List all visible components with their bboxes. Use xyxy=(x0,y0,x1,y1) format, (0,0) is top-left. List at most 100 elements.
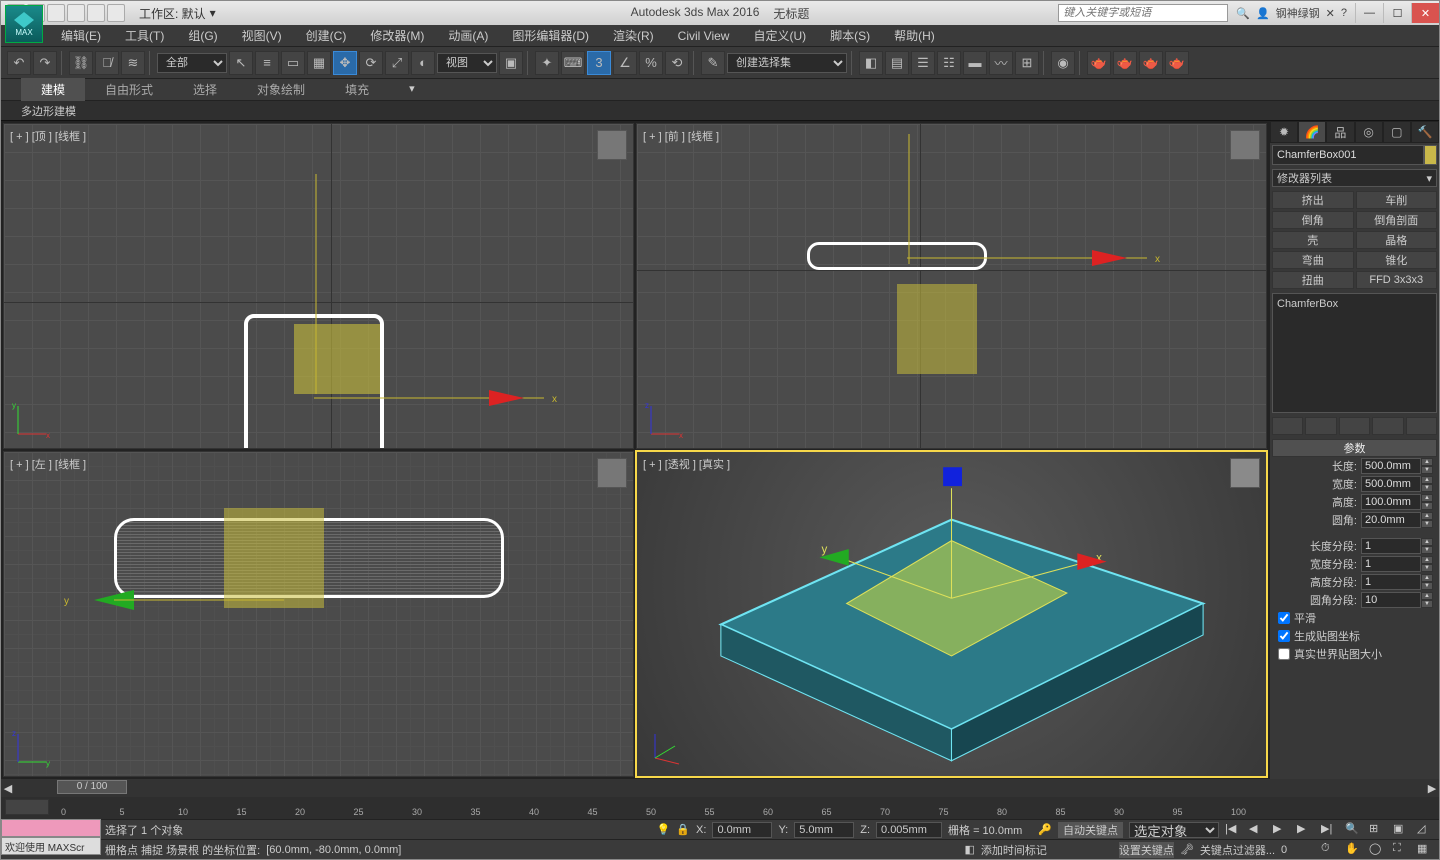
bind-icon[interactable]: ≋ xyxy=(121,51,145,75)
viewport-perspective[interactable]: [ + ] [透视 ] [真实 ] x y xyxy=(636,451,1267,777)
menu-edit[interactable]: 编辑(E) xyxy=(49,24,113,47)
use-center-icon[interactable]: ▣ xyxy=(499,51,523,75)
ribbon-minimize-icon[interactable]: ▾ xyxy=(409,82,439,98)
unique-icon[interactable] xyxy=(1339,417,1370,435)
gizmo-plane[interactable] xyxy=(224,508,324,608)
ribbon-tab-populate[interactable]: 填充 xyxy=(325,78,389,101)
nav-pan-icon[interactable]: ✋ xyxy=(1345,842,1363,858)
goto-end-icon[interactable]: ▶| xyxy=(1321,822,1339,838)
panel-tab-display-icon[interactable]: ▢ xyxy=(1383,121,1411,143)
search-input[interactable] xyxy=(1058,4,1228,22)
schematic-icon[interactable]: ⊞ xyxy=(1015,51,1039,75)
keyboard-shortcut-icon[interactable]: ⌨ xyxy=(561,51,585,75)
nav-minmax-icon[interactable]: ▦ xyxy=(1417,842,1435,858)
ribbon-tab-modeling[interactable]: 建模 xyxy=(21,78,85,101)
menu-grapheditors[interactable]: 图形编辑器(D) xyxy=(500,24,601,47)
param-hseg[interactable] xyxy=(1361,574,1421,590)
chk-mapcoords[interactable] xyxy=(1278,630,1290,642)
mod-button-lathe[interactable]: 车削 xyxy=(1356,191,1438,209)
mod-button-bevelprofile[interactable]: 倒角剖面 xyxy=(1356,211,1438,229)
mod-button-lattice[interactable]: 晶格 xyxy=(1356,231,1438,249)
viewport-top[interactable]: [ + ] [顶 ] [线框 ] x yx xyxy=(3,123,634,449)
object-color-swatch[interactable] xyxy=(1424,145,1437,165)
param-height[interactable] xyxy=(1361,494,1421,510)
menu-group[interactable]: 组(G) xyxy=(176,24,229,47)
viewport-left[interactable]: [ + ] [左 ] [线框 ] y zy xyxy=(3,451,634,777)
nav-orbit-icon[interactable]: ◯ xyxy=(1369,842,1387,858)
ribbon-panel-polymodeling[interactable]: 多边形建模 xyxy=(1,101,1439,121)
layers-icon[interactable]: ☰ xyxy=(911,51,935,75)
select-name-icon[interactable]: ≡ xyxy=(255,51,279,75)
nav-zoomext-icon[interactable]: ▣ xyxy=(1393,822,1411,838)
viewcube-icon[interactable] xyxy=(597,458,627,488)
mod-button-twist[interactable]: 扭曲 xyxy=(1272,271,1354,289)
param-length[interactable] xyxy=(1361,458,1421,474)
modifier-stack[interactable]: ChamferBox xyxy=(1272,293,1437,413)
time-slider-thumb[interactable]: 0 / 100 xyxy=(57,780,127,794)
menu-create[interactable]: 创建(C) xyxy=(294,24,359,47)
viewport-front[interactable]: [ + ] [前 ] [线框 ] x zx xyxy=(636,123,1267,449)
select-scale-icon[interactable]: ⤢ xyxy=(385,51,409,75)
ribbon-tab-objectpaint[interactable]: 对象绘制 xyxy=(237,78,325,101)
gizmo-plane[interactable] xyxy=(897,284,977,374)
next-frame-icon[interactable]: ▶ xyxy=(1297,822,1315,838)
perspective-scene[interactable]: x y xyxy=(637,452,1266,776)
spinner-down-icon[interactable]: ▼ xyxy=(1421,466,1433,474)
viewport-label-front[interactable]: [ + ] [前 ] [线框 ] xyxy=(643,128,719,144)
coord-x-field[interactable] xyxy=(717,824,767,836)
key-filters-selected[interactable]: 选定对象 xyxy=(1129,822,1219,838)
menu-rendering[interactable]: 渲染(R) xyxy=(601,24,666,47)
coord-y-field[interactable] xyxy=(799,824,849,836)
time-config-icon[interactable]: ⏱ xyxy=(1321,842,1339,858)
panel-tab-hierarchy-icon[interactable]: 品 xyxy=(1326,121,1354,143)
param-fseg[interactable] xyxy=(1361,592,1421,608)
app-menu-icon[interactable]: MAX xyxy=(5,5,43,43)
ref-coord-system[interactable]: 视图 xyxy=(437,53,497,73)
nav-maximize-icon[interactable]: ⛶ xyxy=(1393,842,1411,858)
edit-named-sel-icon[interactable]: ✎ xyxy=(701,51,725,75)
modifier-list[interactable]: 修改器列表▾ xyxy=(1272,169,1437,187)
manipulate-icon[interactable]: ✦ xyxy=(535,51,559,75)
viewport-label-top[interactable]: [ + ] [顶 ] [线框 ] xyxy=(10,128,86,144)
mod-button-ffd[interactable]: FFD 3x3x3 xyxy=(1356,271,1438,289)
render-setup-icon[interactable]: 🫖 xyxy=(1087,51,1111,75)
menu-customize[interactable]: 自定义(U) xyxy=(741,24,818,47)
signin-icon[interactable]: 👤 xyxy=(1256,7,1270,20)
object-wireframe[interactable] xyxy=(807,242,987,270)
workspace-selector[interactable]: 工作区: 默认 ▾ xyxy=(139,5,216,22)
timeline-right-icon[interactable]: ▶ xyxy=(1425,782,1439,795)
setkey-button[interactable]: 设置关键点 xyxy=(1119,842,1174,858)
lock-icon[interactable]: 💡 xyxy=(657,823,671,836)
menu-animation[interactable]: 动画(A) xyxy=(436,24,500,47)
viewcube-icon[interactable] xyxy=(1230,130,1260,160)
show-end-icon[interactable] xyxy=(1305,417,1336,435)
key-icon[interactable]: 🔑 xyxy=(1038,823,1052,836)
goto-start-icon[interactable]: |◀ xyxy=(1225,822,1243,838)
spinner-up-icon[interactable]: ▲ xyxy=(1421,458,1433,466)
key-filters-button[interactable]: 关键点过滤器... xyxy=(1200,842,1275,858)
menu-help[interactable]: 帮助(H) xyxy=(882,24,947,47)
minimize-button[interactable]: — xyxy=(1355,3,1383,23)
panel-tab-modify-icon[interactable]: 🌈 xyxy=(1298,121,1326,143)
redo-icon[interactable]: ↷ xyxy=(33,51,57,75)
play-icon[interactable]: ▶ xyxy=(1273,822,1291,838)
configure-sets-icon[interactable] xyxy=(1406,417,1437,435)
qat-undo-icon[interactable] xyxy=(67,4,85,22)
current-frame-field[interactable] xyxy=(1281,844,1311,856)
help-icon[interactable]: ? xyxy=(1341,7,1347,19)
snaps-toggle-icon[interactable]: 3 xyxy=(587,51,611,75)
param-fillet[interactable] xyxy=(1361,512,1421,528)
nav-fov-icon[interactable]: ◿ xyxy=(1417,822,1435,838)
panel-tab-motion-icon[interactable]: ◎ xyxy=(1355,121,1383,143)
select-place-icon[interactable]: ◐ xyxy=(411,51,435,75)
panel-tab-utilities-icon[interactable]: 🔨 xyxy=(1411,121,1439,143)
pin-stack-icon[interactable] xyxy=(1272,417,1303,435)
qat-link-icon[interactable] xyxy=(107,4,125,22)
chk-realworld[interactable] xyxy=(1278,648,1290,660)
maxscript-listener[interactable]: 欢迎使用 MAXScr xyxy=(1,837,101,855)
menu-civilview[interactable]: Civil View xyxy=(666,26,742,46)
lock-selection-icon[interactable]: 🔒 xyxy=(676,823,690,836)
menu-maxscript[interactable]: 脚本(S) xyxy=(818,24,882,47)
rollout-parameters[interactable]: 参数 xyxy=(1272,439,1437,457)
object-name-field[interactable] xyxy=(1272,145,1424,165)
